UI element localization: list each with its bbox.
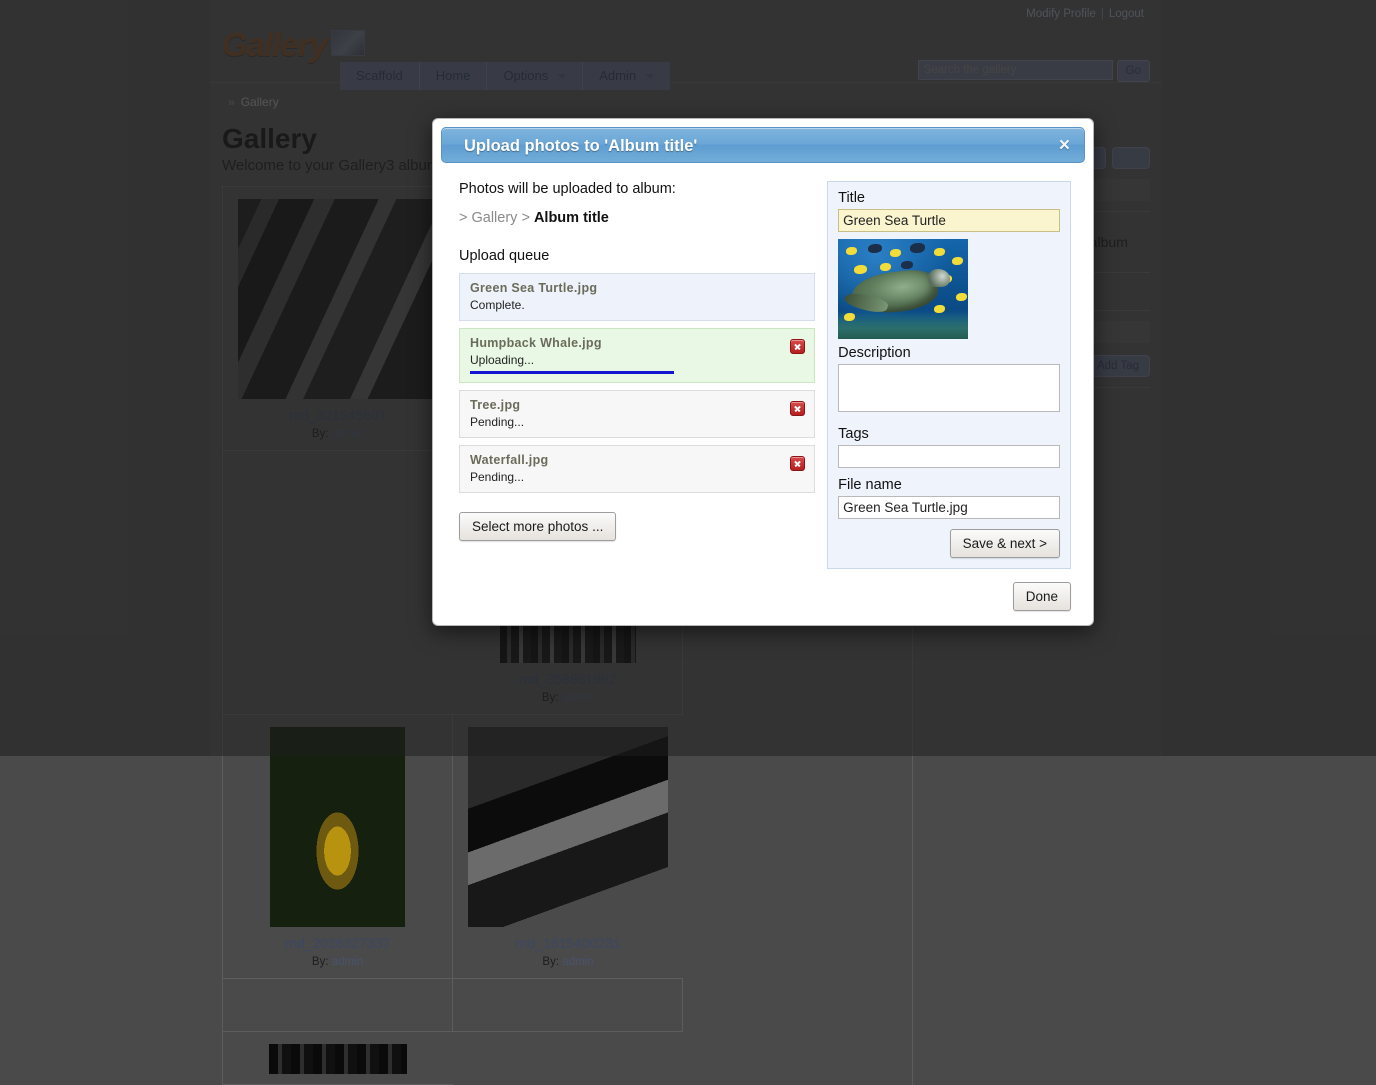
queue-item-filename: Green Sea Turtle.jpg bbox=[470, 281, 804, 295]
site-header: Gallery Scaffold Home Options Admin Go bbox=[210, 30, 1162, 82]
by-label: By: bbox=[542, 692, 559, 704]
album-thumbnail bbox=[468, 727, 668, 927]
queue-item-status: Uploading... bbox=[470, 353, 804, 367]
breadcrumb-arrow-icon: » bbox=[228, 95, 235, 109]
save-row: Save & next > bbox=[838, 529, 1060, 558]
preview-reef bbox=[838, 313, 968, 339]
close-icon[interactable]: × bbox=[1059, 128, 1070, 164]
dialog-titlebar: Upload photos to 'Album title' × bbox=[441, 127, 1085, 163]
album-item[interactable] bbox=[223, 451, 453, 715]
album-item[interactable] bbox=[453, 979, 683, 1032]
search-go-button[interactable]: Go bbox=[1117, 60, 1150, 82]
upload-queue-panel: Photos will be uploaded to album: > Gall… bbox=[459, 181, 815, 569]
album-item[interactable]: rnd_1615400231 By: admin bbox=[453, 715, 683, 979]
album-item[interactable]: rnd_2026327337 By: admin bbox=[223, 715, 453, 979]
tags-field[interactable] bbox=[838, 445, 1060, 468]
nav-label: Admin bbox=[599, 62, 636, 90]
nav-item-options[interactable]: Options bbox=[487, 62, 583, 90]
dialog-title: Upload photos to 'Album title' bbox=[464, 137, 697, 155]
queue-item-filename: Humpback Whale.jpg bbox=[470, 336, 804, 350]
author-name[interactable]: admin bbox=[332, 956, 363, 968]
album-item-author: By: admin bbox=[453, 692, 682, 704]
gallery-logo[interactable]: Gallery bbox=[222, 26, 327, 64]
album-item[interactable] bbox=[223, 979, 453, 1032]
author-name[interactable]: admin bbox=[562, 692, 593, 704]
album-item-author: By: admin bbox=[453, 956, 683, 968]
preview-turtle-head bbox=[928, 269, 950, 287]
upload-target-label: Photos will be uploaded to album: bbox=[459, 181, 815, 197]
remove-icon[interactable] bbox=[790, 339, 805, 354]
logout-link[interactable]: Logout bbox=[1109, 8, 1144, 20]
queue-item: Tree.jpg Pending... bbox=[459, 390, 815, 438]
save-and-next-button[interactable]: Save & next > bbox=[950, 529, 1060, 558]
queue-item-filename: Waterfall.jpg bbox=[470, 453, 804, 467]
camera-icon bbox=[331, 30, 365, 56]
album-breadcrumb-prefix: > Gallery > bbox=[459, 210, 534, 226]
nav-label: Options bbox=[503, 62, 548, 90]
upload-queue-label: Upload queue bbox=[459, 248, 815, 264]
title-field[interactable] bbox=[838, 209, 1060, 232]
album-item-author: By: admin bbox=[223, 428, 452, 440]
author-name[interactable]: admin bbox=[562, 956, 593, 968]
remove-icon[interactable] bbox=[790, 456, 805, 471]
nav-item-home[interactable]: Home bbox=[420, 62, 488, 90]
description-field[interactable] bbox=[838, 364, 1060, 412]
sidebar-action-button-2[interactable] bbox=[1112, 147, 1150, 169]
metadata-form-panel: Title bbox=[827, 181, 1071, 569]
done-button[interactable]: Done bbox=[1013, 582, 1071, 611]
description-field-label: Description bbox=[838, 345, 1060, 361]
queue-item: Humpback Whale.jpg Uploading... bbox=[459, 328, 815, 383]
photo-preview-thumbnail bbox=[838, 239, 968, 339]
album-breadcrumb: > Gallery > Album title bbox=[459, 210, 815, 226]
album-item-caption[interactable]: rnd_2026327337 bbox=[223, 935, 452, 951]
upload-dialog: Upload photos to 'Album title' × Photos … bbox=[432, 118, 1094, 626]
by-label: By: bbox=[542, 956, 559, 968]
add-tag-button[interactable]: Add Tag bbox=[1086, 355, 1150, 377]
queue-item-filename: Tree.jpg bbox=[470, 398, 804, 412]
album-item[interactable]: rnd_321545601 By: admin bbox=[223, 187, 453, 451]
nav-label: Scaffold bbox=[356, 62, 403, 90]
album-thumbnail bbox=[269, 1044, 407, 1074]
breadcrumb-item-gallery[interactable]: Gallery bbox=[241, 95, 279, 109]
modify-profile-link[interactable]: Modify Profile bbox=[1026, 8, 1096, 20]
logo-text: Gallery bbox=[222, 26, 327, 63]
user-topbar: Modify Profile | Logout bbox=[210, 0, 1162, 30]
album-item-caption[interactable]: rnd_1615400231 bbox=[453, 935, 683, 951]
queue-item: Waterfall.jpg Pending... bbox=[459, 445, 815, 493]
album-item-caption[interactable]: rnd_321545601 bbox=[223, 407, 452, 423]
filename-field-label: File name bbox=[838, 477, 1060, 493]
chevron-down-icon bbox=[646, 74, 654, 79]
chevron-down-icon bbox=[558, 74, 566, 79]
filename-field[interactable] bbox=[838, 496, 1060, 519]
photo-metadata-form: Title bbox=[827, 181, 1071, 569]
nav-label: Home bbox=[436, 62, 471, 90]
queue-item-status: Pending... bbox=[470, 470, 804, 484]
nav-item-scaffold[interactable]: Scaffold bbox=[340, 62, 420, 90]
album-item[interactable] bbox=[223, 1032, 453, 1085]
album-item-caption[interactable]: rnd_358861992 bbox=[453, 671, 682, 687]
author-name[interactable]: admin bbox=[332, 428, 363, 440]
topbar-separator: | bbox=[1101, 8, 1104, 20]
album-breadcrumb-name: Album title bbox=[534, 210, 609, 226]
search-form: Go bbox=[918, 60, 1150, 82]
main-nav: Scaffold Home Options Admin bbox=[340, 62, 670, 90]
remove-icon[interactable] bbox=[790, 401, 805, 416]
queue-item: Green Sea Turtle.jpg Complete. bbox=[459, 273, 815, 321]
done-row: Done bbox=[1013, 582, 1071, 611]
album-thumbnail bbox=[238, 199, 438, 399]
queue-item-status: Pending... bbox=[470, 415, 804, 429]
album-item-author: By: admin bbox=[223, 956, 452, 968]
select-more-photos-button[interactable]: Select more photos ... bbox=[459, 512, 616, 541]
by-label: By: bbox=[312, 428, 329, 440]
album-thumbnail bbox=[270, 727, 405, 927]
tags-field-label: Tags bbox=[838, 426, 1060, 442]
dialog-body: Photos will be uploaded to album: > Gall… bbox=[441, 163, 1085, 569]
search-input[interactable] bbox=[918, 60, 1113, 80]
queue-item-status: Complete. bbox=[470, 298, 804, 312]
upload-progress-bar bbox=[470, 371, 804, 374]
title-field-label: Title bbox=[838, 190, 1060, 206]
by-label: By: bbox=[312, 956, 329, 968]
nav-item-admin[interactable]: Admin bbox=[583, 62, 670, 90]
